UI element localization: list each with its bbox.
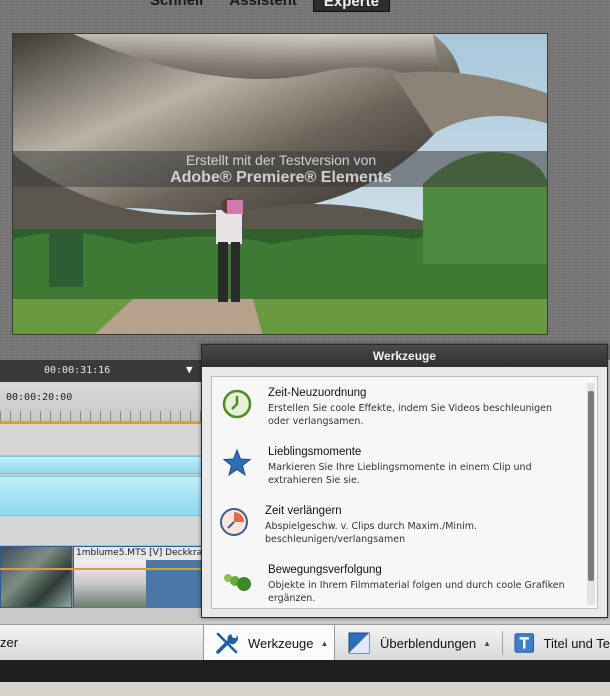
tool-name: Zeit verlängern <box>265 505 342 517</box>
scrollbar-thumb[interactable] <box>588 391 594 581</box>
tool-name: Bewegungsverfolgung <box>268 564 382 576</box>
chevron-up-icon: ▲ <box>483 638 492 648</box>
time-stretch-icon <box>220 508 248 536</box>
tools-button-label: Werkzeuge <box>248 635 314 651</box>
track-cyan-1[interactable] <box>0 456 210 474</box>
tools-panel: Werkzeuge Zeit-Neuzuordnung Erstellen Si… <box>201 344 608 618</box>
video-preview[interactable]: Erstellt mit der Testversion von Adobe® … <box>12 33 548 335</box>
tool-item-time-stretch[interactable]: Zeit verlängern Abspielgeschw. v. Clips … <box>212 501 582 559</box>
clip-label: 1mblume5.MTS [V] Deckkraft <box>76 548 209 558</box>
status-strip <box>0 660 610 682</box>
playhead-marker-icon[interactable]: ▼ <box>186 363 193 376</box>
tool-item-time-remapping[interactable]: Zeit-Neuzuordnung Erstellen Sie coole Ef… <box>212 383 582 441</box>
transitions-icon <box>348 632 370 654</box>
trial-watermark: Erstellt mit der Testversion von Adobe® … <box>13 151 547 187</box>
tab-experte[interactable]: Experte <box>312 0 390 12</box>
action-bar-divider <box>502 631 503 655</box>
window-bottom-edge <box>0 682 610 696</box>
tool-description: Abspielgeschw. v. Clips durch Maxim./Min… <box>265 521 478 545</box>
ruler-ticks <box>0 411 210 421</box>
watermark-line-1: Erstellt mit der Testversion von <box>185 152 377 168</box>
tab-assistent[interactable]: Assistent <box>219 0 307 12</box>
action-bar-left-label[interactable]: zer <box>0 635 18 650</box>
tool-description: Markieren Sie Ihre Lieblingsmomente in e… <box>268 462 532 486</box>
tab-schnell[interactable]: Schnell <box>140 0 213 12</box>
titles-button-label: Titel und Te <box>543 635 610 651</box>
timeline-ruler[interactable]: 00:00:20:00 <box>0 382 210 422</box>
clock-remap-icon <box>222 389 252 419</box>
ruler-timecode: 00:00:20:00 <box>6 392 73 403</box>
tools-wrench-icon <box>216 632 238 654</box>
track-empty-1[interactable] <box>0 424 210 456</box>
action-bar: zer Werkzeuge ▲ Überblendungen ▲ Titel u… <box>0 624 610 661</box>
watermark-line-2: Adobe® Premiere® Elements <box>170 169 392 186</box>
tools-list-scrollbar[interactable] <box>587 383 595 605</box>
video-clip-2[interactable]: 1mblume5.MTS [V] Deckkraft <box>73 546 210 608</box>
video-clip-1[interactable] <box>0 546 72 608</box>
track-cyan-2[interactable] <box>0 476 210 516</box>
tool-name: Lieblingsmomente <box>268 446 362 458</box>
tool-item-favorite-moments[interactable]: Lieblingsmomente Markieren Sie Ihre Lieb… <box>212 442 582 500</box>
tool-description: Erstellen Sie coole Effekte, indem Sie V… <box>268 403 553 427</box>
opacity-line[interactable] <box>0 568 210 570</box>
tool-description: Objekte in Ihrem Filmmaterial folgen und… <box>268 580 565 604</box>
mode-tabs: Schnell Assistent Experte <box>140 0 390 12</box>
tools-list: Zeit-Neuzuordnung Erstellen Sie coole Ef… <box>211 376 598 609</box>
transitions-button-label: Überblendungen <box>380 635 477 651</box>
tools-button[interactable]: Werkzeuge ▲ <box>203 625 335 661</box>
star-icon <box>222 448 252 477</box>
title-t-icon <box>514 633 535 653</box>
timeline-header: 00:00:31:16 ▼ <box>0 360 210 382</box>
transitions-button[interactable]: Überblendungen ▲ <box>348 625 498 661</box>
tools-panel-title: Werkzeuge <box>202 345 607 367</box>
tool-item-motion-tracking[interactable]: Bewegungsverfolgung Objekte in Ihrem Fil… <box>212 560 582 618</box>
current-timecode: 00:00:31:16 <box>44 365 111 376</box>
titles-button[interactable]: Titel und Te <box>514 625 610 661</box>
chevron-up-icon: ▲ <box>320 638 329 648</box>
tool-name: Zeit-Neuzuordnung <box>268 387 367 399</box>
motion-tracking-icon <box>224 574 251 591</box>
track-empty-2[interactable] <box>0 516 210 546</box>
video-track: 1mblume5.MTS [V] Deckkraft <box>0 546 210 608</box>
